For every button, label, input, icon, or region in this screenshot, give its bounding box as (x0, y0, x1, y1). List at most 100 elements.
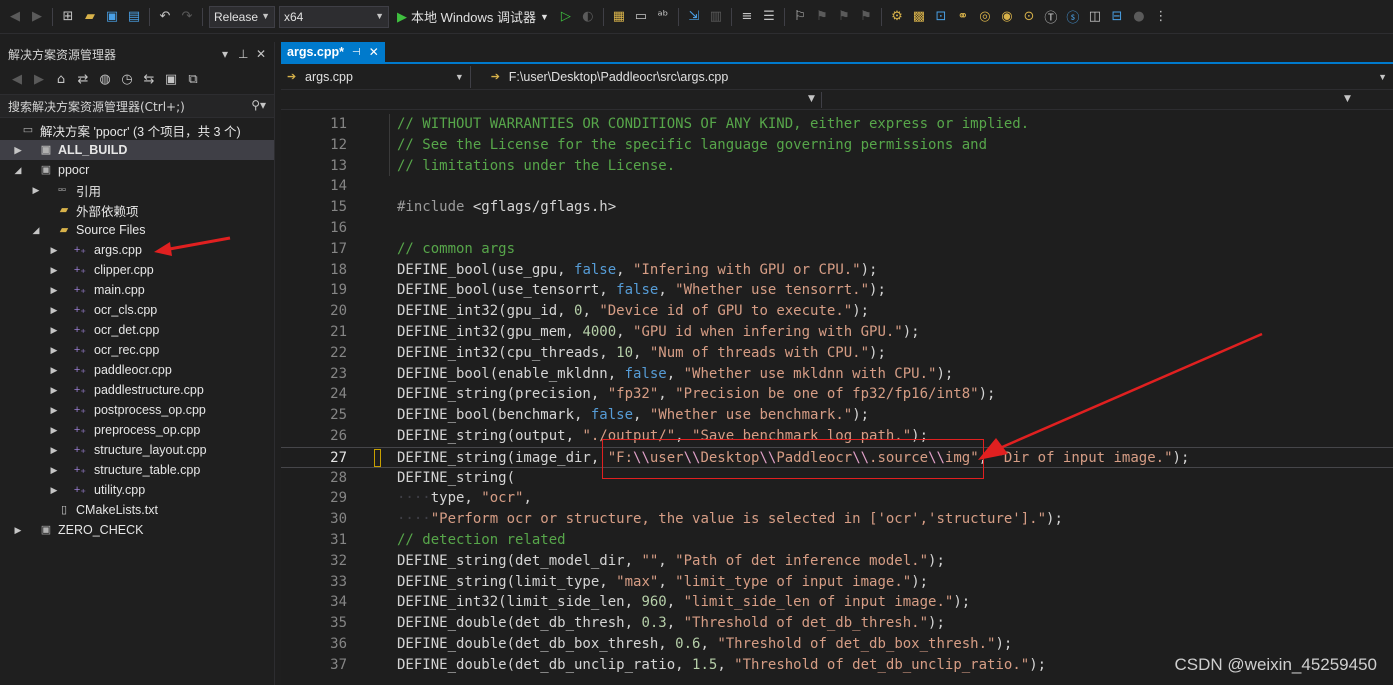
tree-item-file[interactable]: ▶ +₊ paddleocr.cpp (0, 360, 274, 380)
new-project-icon[interactable]: ⊞ (59, 8, 77, 26)
expand-icon[interactable]: ▶ (49, 305, 59, 316)
tree-item-file[interactable]: ▶ +₊ ocr_det.cpp (0, 320, 274, 340)
tree-item-ppocr[interactable]: ◢ ▣ ppocr (0, 160, 274, 180)
collapse-all-icon[interactable]: ▣ (162, 70, 180, 88)
tree-item-source-files[interactable]: ◢ ▰ Source Files (0, 220, 274, 240)
expand-icon[interactable]: ▶ (31, 185, 41, 196)
expand-icon[interactable]: ▶ (49, 265, 59, 276)
back-icon[interactable]: ◀ (8, 70, 26, 88)
tool-11-icon[interactable]: ● (1130, 8, 1148, 26)
tree-item-file[interactable]: ▶ +₊ args.cpp (0, 240, 274, 260)
switch-views-icon[interactable]: ⇄ (74, 70, 92, 88)
tree-item-file[interactable]: ▶ +₊ clipper.cpp (0, 260, 274, 280)
expand-icon[interactable]: ▶ (49, 405, 59, 416)
hot-reload-icon[interactable]: ◐ (579, 8, 597, 26)
code-line[interactable]: 30 ····"Perform ocr or structure, the val… (281, 509, 1393, 530)
tree-item-zero-check[interactable]: ▶ ▣ ZERO_CHECK (0, 520, 274, 540)
pin-icon[interactable]: ⊥ (238, 47, 248, 61)
tree-item-file[interactable]: ▶ +₊ ocr_rec.cpp (0, 340, 274, 360)
code-line[interactable]: 31 // detection related (281, 530, 1393, 551)
save-icon[interactable]: ▣ (103, 8, 121, 26)
history-icon[interactable]: ◷ (118, 70, 136, 88)
expand-icon[interactable]: ▶ (49, 285, 59, 296)
code-line[interactable]: 23 DEFINE_bool(enable_mkldnn, false, "Whe… (281, 364, 1393, 385)
forward-icon[interactable]: ▶ (30, 70, 48, 88)
code-line[interactable]: 12 // See the License for the specific la… (281, 135, 1393, 156)
undo-icon[interactable]: ↶ (156, 8, 174, 26)
expand-icon[interactable]: ▶ (49, 345, 59, 356)
pin-icon[interactable]: ⊣ (352, 47, 361, 58)
save-all-icon[interactable]: ▤ (125, 8, 143, 26)
search-icon[interactable]: ⚲▾ (251, 98, 266, 112)
window-layout-icon[interactable]: ▭ (632, 8, 650, 26)
chevron-down-icon[interactable]: ▼ (808, 94, 815, 104)
collapse-icon[interactable]: ◢ (31, 225, 41, 236)
expand-icon[interactable]: ▶ (49, 465, 59, 476)
code-line[interactable]: 15 #include <gflags/gflags.h> (281, 197, 1393, 218)
code-line[interactable]: 36 DEFINE_double(det_db_box_thresh, 0.6, … (281, 634, 1393, 655)
nav-path-dropdown[interactable]: ➔ F:\user\Desktop\Paddleocr\src\args.cpp… (485, 66, 1393, 88)
tool-1-icon[interactable]: ⚙ (888, 8, 906, 26)
code-line[interactable]: 25 DEFINE_bool(benchmark, false, "Whether… (281, 405, 1393, 426)
tool-8-icon[interactable]: Ⓣ (1042, 8, 1060, 26)
tree-item-external-deps[interactable]: ▰ 外部依赖项 (0, 200, 274, 220)
expand-icon[interactable]: ▶ (49, 485, 59, 496)
editor-member-bar[interactable]: ▼ ▼ (281, 90, 1393, 110)
tree-item-solution[interactable]: ▭ 解决方案 'ppocr' (3 个项目，共 3 个) (0, 120, 274, 140)
code-line[interactable]: 29 ····type, "ocr", (281, 488, 1393, 509)
expand-icon[interactable]: ▶ (49, 325, 59, 336)
expand-icon[interactable]: ▶ (49, 365, 59, 376)
platform-dropdown[interactable]: x64 ▼ (279, 5, 389, 28)
expand-icon[interactable]: ▶ (49, 425, 59, 436)
tab-args-cpp[interactable]: args.cpp* ⊣ ✕ (281, 42, 385, 62)
tool-4-icon[interactable]: ⚭ (954, 8, 972, 26)
chevron-down-icon[interactable]: ▾ (222, 47, 228, 61)
tree-item-file[interactable]: ▶ +₊ structure_layout.cpp (0, 440, 274, 460)
tree-item-cmakelists[interactable]: ▯ CMakeLists.txt (0, 500, 274, 520)
spell-abc-icon[interactable]: ⓢ (1064, 8, 1082, 26)
code-line[interactable]: 16 (281, 218, 1393, 239)
code-line[interactable]: 13 // limitations under the License. (281, 156, 1393, 177)
expand-icon[interactable]: ▶ (49, 445, 59, 456)
uncomment-icon[interactable]: ☰ (760, 8, 778, 26)
redo-icon[interactable]: ↷ (178, 8, 196, 26)
code-area[interactable]: 11 // WITHOUT WARRANTIES OR CONDITIONS OF… (281, 114, 1393, 685)
home-icon[interactable]: ⌂ (52, 70, 70, 88)
tree-item-file[interactable]: ▶ +₊ utility.cpp (0, 480, 274, 500)
code-line[interactable]: 35 DEFINE_double(det_db_thresh, 0.3, "Thr… (281, 613, 1393, 634)
forward-icon[interactable]: ▶ (28, 8, 46, 26)
expand-icon[interactable]: ▶ (13, 525, 23, 536)
code-line[interactable]: 32 DEFINE_string(det_model_dir, "", "Path… (281, 551, 1393, 572)
bookmark-icon[interactable]: ⚐ (791, 8, 809, 26)
tree-item-references[interactable]: ▶ ▫▫ 引用 (0, 180, 274, 200)
collapse-icon[interactable]: ◢ (13, 165, 23, 176)
breakpoint-icon[interactable]: ▥ (707, 8, 725, 26)
overflow-icon[interactable]: ⋮ (1152, 8, 1170, 26)
tool-6-icon[interactable]: ◉ (998, 8, 1016, 26)
close-icon[interactable]: ✕ (369, 45, 379, 59)
tree-item-file[interactable]: ▶ +₊ preprocess_op.cpp (0, 420, 274, 440)
expand-icon[interactable]: ▶ (49, 385, 59, 396)
tree-item-file[interactable]: ▶ +₊ paddlestructure.cpp (0, 380, 274, 400)
tool-7-icon[interactable]: ⊙ (1020, 8, 1038, 26)
prev-bookmark-icon[interactable]: ⚑ (813, 8, 831, 26)
back-icon[interactable]: ◀ (6, 8, 24, 26)
clear-bookmarks-icon[interactable]: ⚑ (857, 8, 875, 26)
open-folder-icon[interactable]: ▰ (81, 8, 99, 26)
tool-10-icon[interactable]: ⊟ (1108, 8, 1126, 26)
solution-explorer-search[interactable]: 搜索解决方案资源管理器(Ctrl+;) ⚲▾ (0, 94, 274, 118)
code-line[interactable]: 24 DEFINE_string(precision, "fp32", "Prec… (281, 384, 1393, 405)
configuration-dropdown[interactable]: Release ▼ (209, 5, 275, 28)
next-bookmark-icon[interactable]: ⚑ (835, 8, 853, 26)
chevron-down-icon[interactable]: ▼ (1344, 94, 1351, 104)
code-line[interactable]: 34 DEFINE_int32(limit_side_len, 960, "lim… (281, 592, 1393, 613)
sync-icon[interactable]: ⇆ (140, 70, 158, 88)
comment-icon[interactable]: ≡ (738, 8, 756, 26)
nav-file-dropdown[interactable]: ➔ args.cpp ▼ (281, 65, 471, 88)
tool-3-icon[interactable]: ⊡ (932, 8, 950, 26)
solution-explorer-icon[interactable]: ▦ (610, 8, 628, 26)
tool-5-icon[interactable]: ◎ (976, 8, 994, 26)
tree-item-all-build[interactable]: ▶ ▣ ALL_BUILD (0, 140, 274, 160)
code-line[interactable]: 33 DEFINE_string(limit_type, "max", "limi… (281, 572, 1393, 593)
code-line[interactable]: 19 DEFINE_bool(use_tensorrt, false, "Whet… (281, 280, 1393, 301)
